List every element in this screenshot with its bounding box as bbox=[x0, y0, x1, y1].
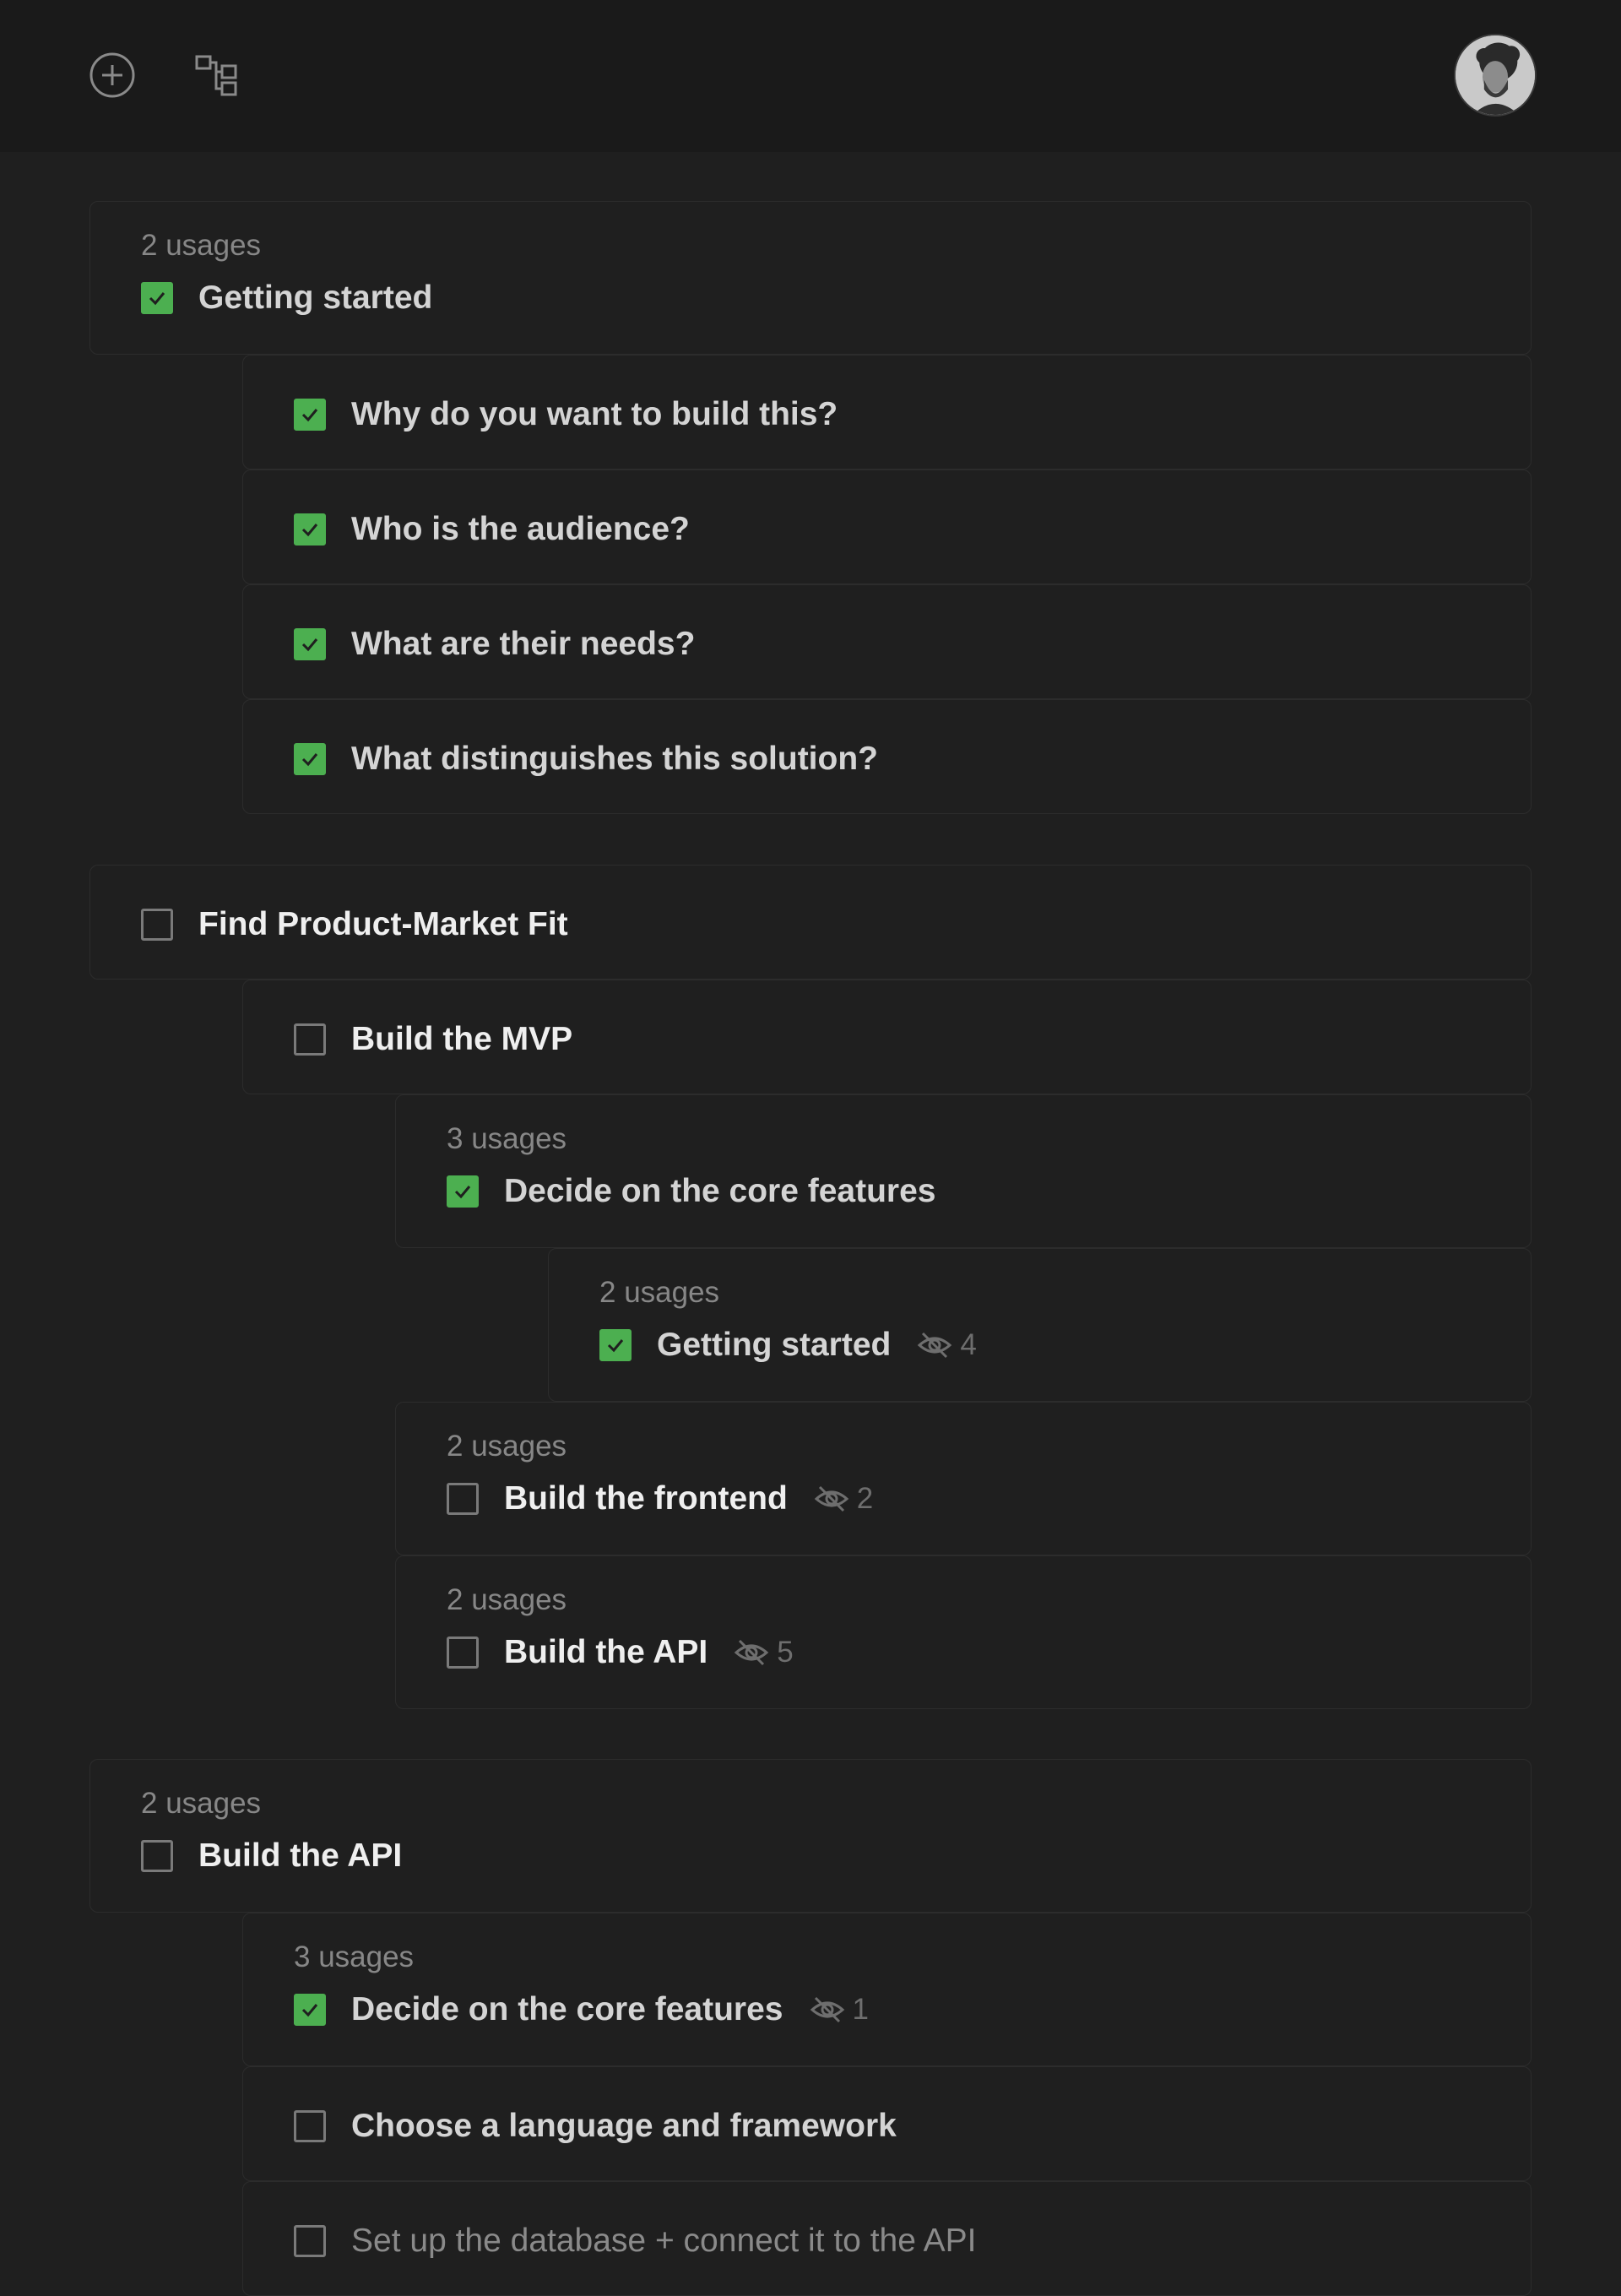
usage-count: 2 usages bbox=[447, 1430, 567, 1463]
task-row: What are their needs? bbox=[294, 626, 695, 663]
checkbox-checked[interactable] bbox=[599, 1329, 632, 1361]
checkbox-checked[interactable] bbox=[294, 513, 326, 546]
task-label: Choose a language and framework bbox=[351, 2108, 897, 2144]
checkbox-unchecked[interactable] bbox=[447, 1483, 479, 1515]
task-card-mvp[interactable]: Build the MVP bbox=[242, 980, 1532, 1094]
eye-off-icon bbox=[814, 1485, 849, 1512]
task-label: Why do you want to build this? bbox=[351, 396, 838, 432]
checkbox-checked[interactable] bbox=[294, 1994, 326, 2026]
usage-count: 2 usages bbox=[141, 229, 262, 262]
checkbox-checked[interactable] bbox=[141, 282, 173, 314]
task-card-pmf[interactable]: Find Product-Market Fit bbox=[89, 865, 1532, 980]
task-card-distinguishes[interactable]: What distinguishes this solution? bbox=[242, 699, 1532, 814]
hidden-count-value: 4 bbox=[960, 1328, 977, 1361]
task-label: What distinguishes this solution? bbox=[351, 741, 878, 777]
usage-count: 2 usages bbox=[599, 1276, 720, 1309]
task-card-getting-started[interactable]: 2 usages Getting started bbox=[89, 201, 1532, 355]
eye-off-icon bbox=[734, 1639, 769, 1666]
task-label: What are their needs? bbox=[351, 626, 696, 662]
checkbox-checked[interactable] bbox=[294, 743, 326, 775]
task-row: Build the frontend 2 bbox=[447, 1480, 873, 1517]
checkbox-unchecked[interactable] bbox=[141, 909, 173, 941]
checkbox-unchecked[interactable] bbox=[294, 2110, 326, 2142]
task-card-core-features-2[interactable]: 3 usages Decide on the core features 1 bbox=[242, 1913, 1532, 2066]
task-card-getting-started-nested[interactable]: 2 usages Getting started 4 bbox=[548, 1248, 1532, 1402]
task-row: Set up the database + connect it to the … bbox=[294, 2223, 976, 2260]
avatar[interactable] bbox=[1454, 34, 1537, 117]
checkbox-unchecked[interactable] bbox=[447, 1637, 479, 1669]
hierarchy-icon[interactable] bbox=[191, 49, 243, 101]
task-card-core-features[interactable]: 3 usages Decide on the core features bbox=[395, 1094, 1532, 1248]
eye-off-icon bbox=[810, 1996, 844, 2023]
task-label: Getting started bbox=[657, 1327, 892, 1363]
task-card-audience[interactable]: Who is the audience? bbox=[242, 470, 1532, 584]
task-label: Find Product-Market Fit bbox=[198, 906, 568, 942]
task-label: Decide on the core features bbox=[351, 1991, 783, 2027]
checkbox-checked[interactable] bbox=[447, 1175, 479, 1208]
task-label: Build the MVP bbox=[351, 1021, 573, 1057]
usage-count: 3 usages bbox=[447, 1122, 567, 1155]
usage-count: 2 usages bbox=[447, 1583, 567, 1616]
task-card-needs[interactable]: What are their needs? bbox=[242, 584, 1532, 699]
checkbox-unchecked[interactable] bbox=[294, 1023, 326, 1056]
plus-circle-icon[interactable] bbox=[86, 49, 138, 101]
hidden-children[interactable]: 2 bbox=[813, 1480, 873, 1517]
hidden-count-value: 5 bbox=[777, 1636, 794, 1669]
usage-count: 2 usages bbox=[141, 1787, 262, 1820]
task-row: Build the MVP bbox=[294, 1021, 572, 1058]
task-label: Build the API bbox=[504, 1634, 708, 1670]
hidden-count-value: 2 bbox=[856, 1482, 874, 1515]
task-row: Build the API 5 bbox=[447, 1634, 794, 1671]
task-row: Choose a language and framework bbox=[294, 2108, 897, 2145]
task-card-database[interactable]: Set up the database + connect it to the … bbox=[242, 2181, 1532, 2296]
task-row: What distinguishes this solution? bbox=[294, 741, 878, 778]
top-bar bbox=[0, 0, 1621, 152]
task-card-why-build[interactable]: Why do you want to build this? bbox=[242, 355, 1532, 470]
task-card-api-nested[interactable]: 2 usages Build the API 5 bbox=[395, 1555, 1532, 1709]
usage-count: 3 usages bbox=[294, 1940, 415, 1973]
task-card-api[interactable]: 2 usages Build the API bbox=[89, 1759, 1532, 1913]
task-label: Set up the database + connect it to the … bbox=[351, 2223, 977, 2259]
task-card-frontend[interactable]: 2 usages Build the frontend 2 bbox=[395, 1402, 1532, 1555]
task-row: Decide on the core features bbox=[447, 1173, 936, 1210]
task-label: Build the API bbox=[198, 1837, 403, 1874]
checkbox-checked[interactable] bbox=[294, 628, 326, 660]
task-label: Decide on the core features bbox=[504, 1173, 936, 1209]
task-label: Build the frontend bbox=[504, 1480, 788, 1517]
checkbox-unchecked[interactable] bbox=[141, 1840, 173, 1872]
task-row: Decide on the core features 1 bbox=[294, 1991, 869, 2028]
task-card-language[interactable]: Choose a language and framework bbox=[242, 2066, 1532, 2181]
task-row: Why do you want to build this? bbox=[294, 396, 838, 433]
hidden-children[interactable]: 1 bbox=[809, 1991, 869, 2028]
task-row: Getting started 4 bbox=[599, 1327, 977, 1364]
task-row: Build the API bbox=[141, 1837, 402, 1875]
eye-off-icon bbox=[918, 1332, 952, 1359]
checkbox-checked[interactable] bbox=[294, 399, 326, 431]
hidden-children[interactable]: 4 bbox=[916, 1327, 977, 1364]
task-row: Getting started bbox=[141, 280, 432, 317]
task-label: Who is the audience? bbox=[351, 511, 690, 547]
checkbox-unchecked[interactable] bbox=[294, 2225, 326, 2257]
hidden-count-value: 1 bbox=[852, 1993, 869, 2026]
task-row: Who is the audience? bbox=[294, 511, 690, 548]
task-label: Getting started bbox=[198, 280, 433, 316]
hidden-children[interactable]: 5 bbox=[733, 1634, 794, 1671]
task-row: Find Product-Market Fit bbox=[141, 906, 568, 943]
